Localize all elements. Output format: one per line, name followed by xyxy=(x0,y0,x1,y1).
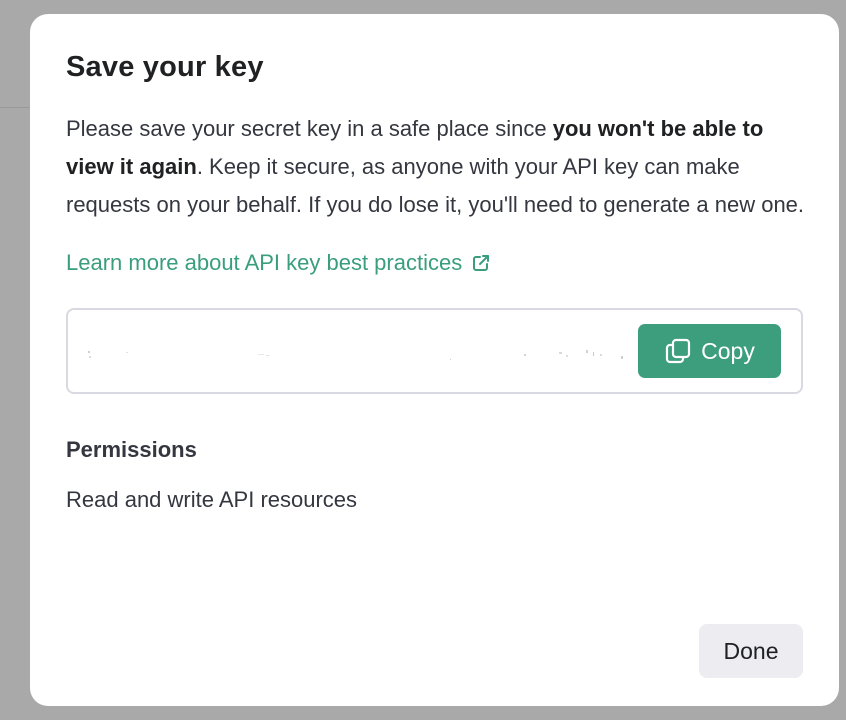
description-text-start: Please save your secret key in a safe pl… xyxy=(66,116,553,141)
permissions-value: Read and write API resources xyxy=(66,487,358,512)
copy-button-label: Copy xyxy=(701,337,755,364)
backdrop-divider xyxy=(0,107,30,108)
external-link-icon xyxy=(471,253,491,273)
dialog-title: Save your key xyxy=(66,51,264,83)
permissions-heading: Permissions xyxy=(66,437,197,462)
copy-icon xyxy=(664,337,692,365)
copy-button[interactable]: Copy xyxy=(638,324,781,378)
learn-more-link[interactable]: Learn more about API key best practices xyxy=(66,248,491,278)
save-key-dialog: Save your key Please save your secret ke… xyxy=(30,14,839,706)
done-button[interactable]: Done xyxy=(699,624,803,678)
dialog-description: Please save your secret key in a safe pl… xyxy=(66,110,808,224)
learn-more-label: Learn more about API key best practices xyxy=(66,250,463,275)
secret-key-field-container: Copy xyxy=(66,308,803,394)
